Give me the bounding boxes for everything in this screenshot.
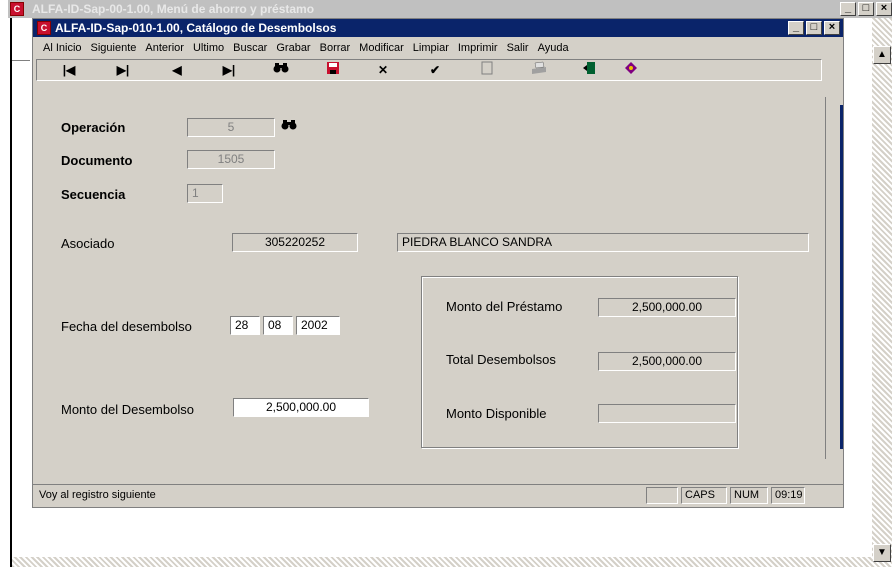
fecha-mes-field[interactable]: 08: [263, 316, 293, 335]
asociado-id-field[interactable]: 305220252: [232, 233, 358, 252]
secuencia-field[interactable]: 1: [187, 184, 223, 203]
status-cell-empty: [646, 487, 678, 504]
menu-item-ultimo[interactable]: Ultimo: [193, 42, 224, 54]
scroll-down-button[interactable]: ▼: [873, 544, 891, 562]
first-record-icon[interactable]: |◀: [57, 61, 81, 79]
form-vertical-scrollbar[interactable]: [825, 97, 843, 459]
caps-indicator: CAPS: [681, 487, 727, 504]
divider: [12, 60, 30, 61]
fecha-anio-field[interactable]: 2002: [296, 316, 340, 335]
outer-window-controls: _ □ ×: [840, 2, 892, 16]
menu-item-modificar[interactable]: Modificar: [359, 42, 404, 54]
delete-x-icon[interactable]: ✕: [371, 61, 395, 79]
menu-item-ayuda[interactable]: Ayuda: [538, 42, 569, 54]
last-record-icon[interactable]: ▶|: [217, 61, 241, 79]
exit-door-icon[interactable]: [577, 61, 601, 79]
clock: 09:19: [771, 487, 805, 504]
summary-group: Monto del Préstamo 2,500,000.00 Total De…: [421, 276, 738, 448]
outer-window-title: ALFA-ID-Sap-00-1.00, Menú de ahorro y pr…: [32, 2, 315, 16]
menu-item-salir[interactable]: Salir: [507, 42, 529, 54]
outer-app-icon: C: [10, 2, 24, 16]
menu-item-borrar[interactable]: Borrar: [320, 42, 351, 54]
menu-item-buscar[interactable]: Buscar: [233, 42, 267, 54]
monto-desembolso-label: Monto del Desembolso: [61, 402, 194, 417]
inner-app-icon: C: [37, 21, 51, 35]
outer-horizontal-scrollbar[interactable]: [12, 557, 872, 567]
toolbar: |◀ ▶| ◀ ▶| ✕ ✔: [36, 59, 822, 81]
inner-minimize-button[interactable]: _: [788, 21, 804, 35]
documento-field[interactable]: 1505: [187, 150, 275, 169]
binoculars-svg: [273, 63, 289, 73]
outer-vertical-scrollbar[interactable]: ▲ ▼: [872, 18, 892, 567]
menu-item-grabar[interactable]: Grabar: [276, 42, 310, 54]
menu-bar: Al Inicio Siguiente Anterior Ultimo Busc…: [33, 38, 843, 58]
menu-item-al-inicio[interactable]: Al Inicio: [43, 42, 82, 54]
secuencia-label: Secuencia: [61, 187, 126, 202]
desktop-left-strip: [0, 0, 8, 567]
asociado-label: Asociado: [61, 236, 115, 251]
inner-window-titlebar: ALFA-ID-Sap-010-1.00, Catálogo de Desemb…: [33, 19, 843, 37]
menu-item-limpiar[interactable]: Limpiar: [413, 42, 449, 54]
help-book-icon[interactable]: [619, 61, 643, 79]
monto-desembolso-field[interactable]: 2,500,000.00: [233, 398, 369, 417]
inner-window-controls: _ □ ×: [788, 21, 840, 35]
outer-window-titlebar: ALFA-ID-Sap-00-1.00, Menú de ahorro y pr…: [8, 0, 892, 18]
catalogo-desembolsos-window: ALFA-ID-Sap-010-1.00, Catálogo de Desemb…: [32, 18, 844, 508]
scroll-track-indicator: [840, 105, 843, 449]
modify-check-icon[interactable]: ✔: [423, 61, 447, 79]
print-icon[interactable]: [527, 61, 551, 79]
monto-disponible-label: Monto Disponible: [446, 406, 547, 421]
monto-prestamo-label: Monto del Préstamo: [446, 299, 563, 314]
outer-close-button[interactable]: ×: [876, 2, 892, 16]
operacion-label: Operación: [61, 120, 126, 135]
next-record-icon[interactable]: ▶|: [111, 61, 135, 79]
total-desembolsos-label: Total Desembolsos: [446, 352, 556, 367]
menu-item-anterior[interactable]: Anterior: [145, 42, 184, 54]
num-indicator: NUM: [730, 487, 768, 504]
operacion-search-icon[interactable]: [279, 118, 299, 136]
search-binoculars-icon[interactable]: [269, 61, 293, 79]
status-bar: Voy al registro siguiente CAPS NUM 09:19: [33, 484, 843, 506]
fecha-dia-field[interactable]: 28: [230, 316, 260, 335]
status-message: Voy al registro siguiente: [39, 489, 156, 501]
menu-item-siguiente[interactable]: Siguiente: [91, 42, 137, 54]
save-floppy-icon[interactable]: [321, 61, 345, 79]
scroll-up-button[interactable]: ▲: [873, 46, 891, 64]
inner-window-title: ALFA-ID-Sap-010-1.00, Catálogo de Desemb…: [55, 21, 337, 35]
fecha-desembolso-label: Fecha del desembolso: [61, 319, 192, 334]
inner-maximize-button[interactable]: □: [806, 21, 822, 35]
outer-window-left-border: [10, 18, 12, 567]
outer-maximize-button[interactable]: □: [858, 2, 874, 16]
monto-disponible-field[interactable]: [598, 404, 736, 423]
asociado-nombre-field[interactable]: PIEDRA BLANCO SANDRA: [397, 233, 809, 252]
menu-item-imprimir[interactable]: Imprimir: [458, 42, 498, 54]
outer-minimize-button[interactable]: _: [840, 2, 856, 16]
documento-label: Documento: [61, 153, 133, 168]
previous-record-icon[interactable]: ◀: [165, 61, 189, 79]
operacion-field[interactable]: 5: [187, 118, 275, 137]
total-desembolsos-field[interactable]: 2,500,000.00: [598, 352, 736, 371]
inner-close-button[interactable]: ×: [824, 21, 840, 35]
clear-icon[interactable]: [475, 61, 499, 79]
monto-prestamo-field[interactable]: 2,500,000.00: [598, 298, 736, 317]
